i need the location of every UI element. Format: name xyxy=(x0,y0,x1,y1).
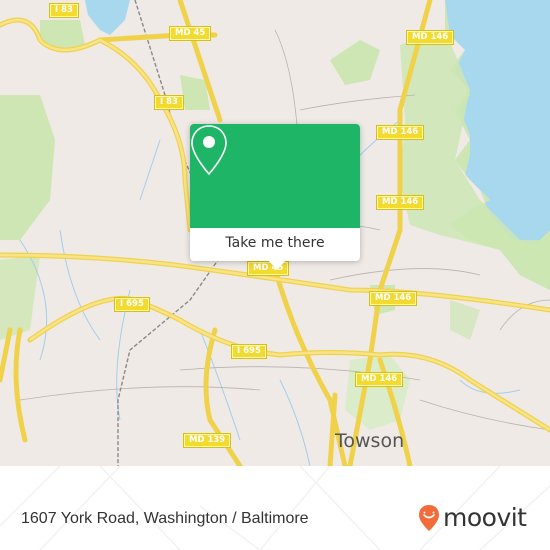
beltway-west xyxy=(13,327,28,443)
location-popup: Take me there xyxy=(190,124,360,270)
road-shield-md146: MD 146 xyxy=(375,195,425,210)
reservoir-water xyxy=(85,0,130,35)
road-shield-md45: MD 45 xyxy=(168,26,212,41)
road-shield-md146: MD 146 xyxy=(354,372,404,387)
popup-header xyxy=(190,124,360,228)
park-area xyxy=(0,95,55,240)
address-label: 1607 York Road, Washington / Baltimore xyxy=(21,510,309,527)
road-shield-md146: MD 146 xyxy=(368,291,418,306)
road-shield-md146: MD 146 xyxy=(375,125,425,140)
road-shield-i83: I 83 xyxy=(154,95,184,110)
footer: 1607 York Road, Washington / Baltimore m… xyxy=(0,466,550,550)
map-view[interactable]: I 83 MD 45 I 83 MD 146 MD 146 MD 146 MD … xyxy=(0,0,550,466)
map-pin-icon xyxy=(191,125,227,176)
moovit-pin-icon xyxy=(419,505,439,531)
park-area xyxy=(450,300,480,340)
moovit-logo[interactable]: moovit xyxy=(418,504,527,532)
park-area xyxy=(330,40,380,85)
park-area xyxy=(0,255,40,340)
road-shield-i695: I 695 xyxy=(231,344,267,359)
moovit-wordmark: moovit xyxy=(443,503,527,532)
popup-tail xyxy=(268,260,286,270)
road-shield-md146: MD 146 xyxy=(405,30,455,45)
take-me-there-button[interactable]: Take me there xyxy=(190,228,360,261)
road-shield-i83: I 83 xyxy=(49,3,79,18)
road-shield-md139: MD 139 xyxy=(182,433,232,448)
town-label-towson: Towson xyxy=(335,430,405,452)
road-shield-i695: I 695 xyxy=(114,297,150,312)
